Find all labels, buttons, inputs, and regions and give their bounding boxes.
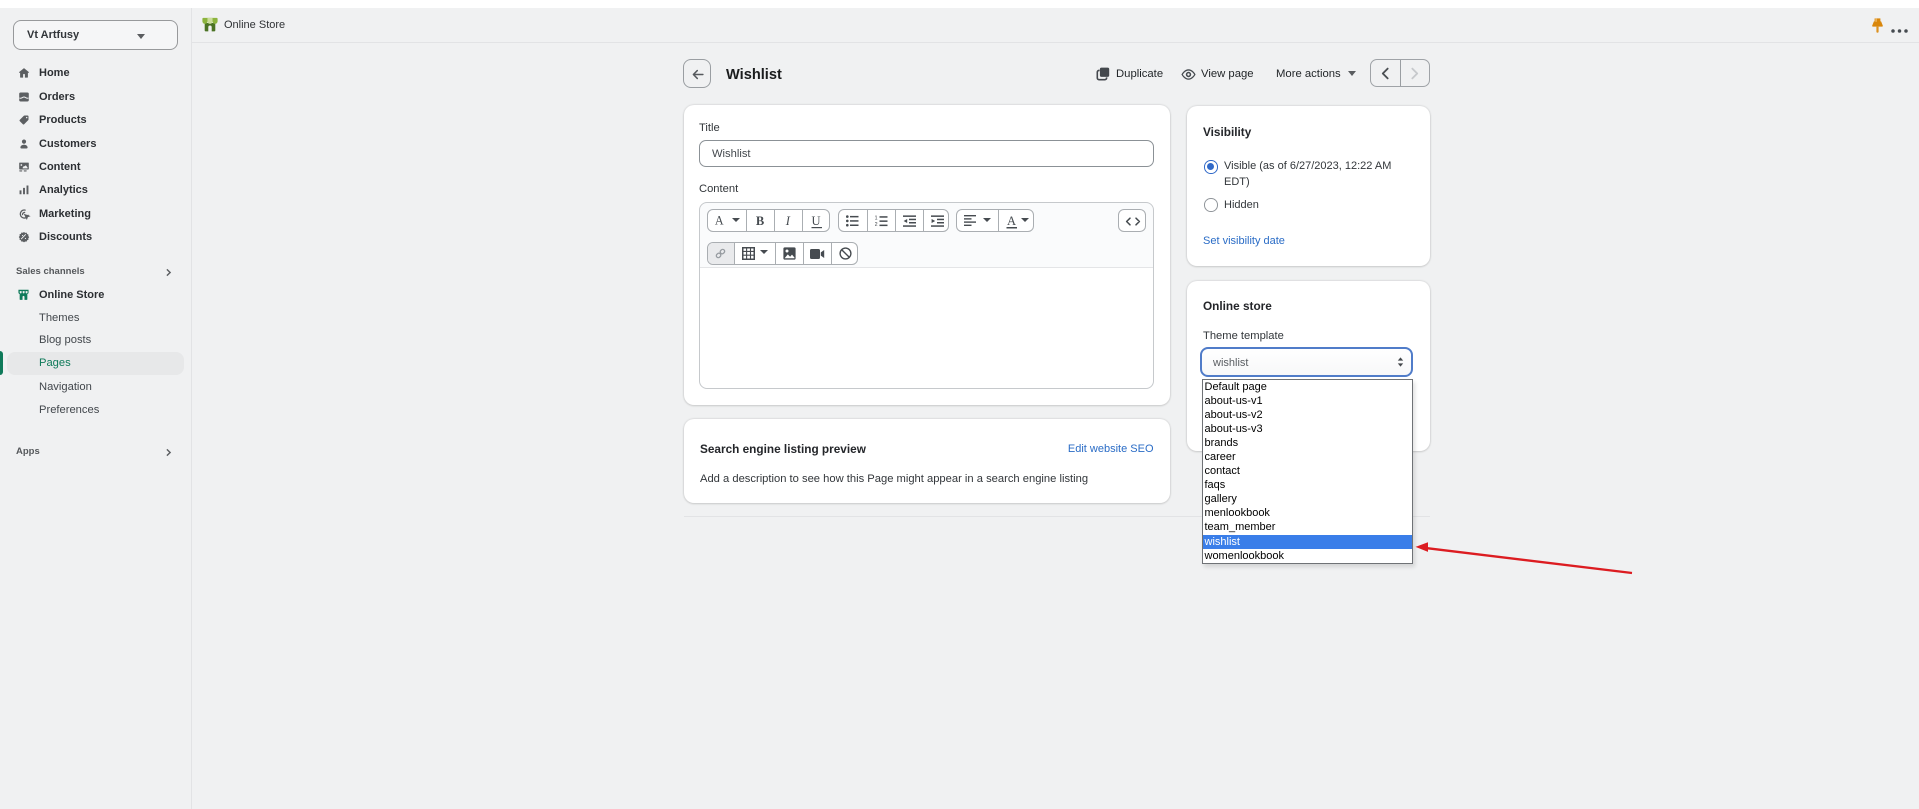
svg-text:1: 1: [875, 215, 878, 221]
svg-text:U: U: [811, 214, 820, 228]
svg-text:B: B: [755, 214, 763, 227]
svg-text:A: A: [714, 214, 723, 227]
svg-text:A: A: [1007, 214, 1016, 228]
svg-text:2: 2: [875, 222, 878, 228]
svg-text:I: I: [784, 214, 790, 227]
